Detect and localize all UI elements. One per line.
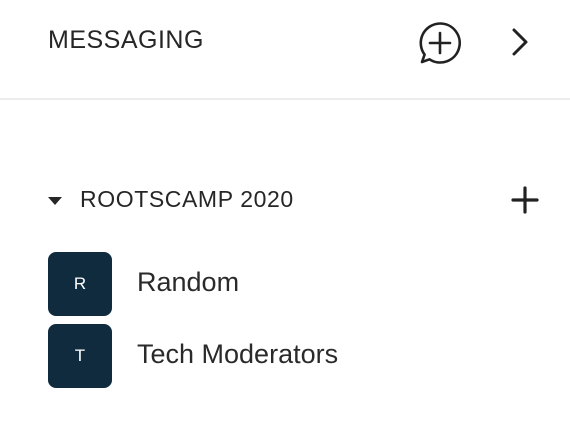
caret-down-icon: [48, 197, 62, 205]
panel-title: MESSAGING: [48, 26, 204, 54]
channel-name: Tech Moderators: [137, 339, 339, 369]
channel-list: R Random T Tech Moderators: [0, 252, 570, 396]
messaging-header: MESSAGING: [0, 0, 570, 100]
new-message-button[interactable]: [417, 20, 463, 66]
messaging-panel: MESSAGING ROOTSCAMP 2020 R Random T Tech…: [0, 0, 570, 432]
add-channel-button[interactable]: [510, 185, 540, 215]
plus-icon: [511, 186, 539, 214]
channel-item-tech-moderators[interactable]: T Tech Moderators: [0, 324, 570, 388]
chevron-right-icon: [512, 28, 528, 56]
channel-avatar: R: [48, 252, 112, 316]
channel-item-random[interactable]: R Random: [0, 252, 570, 316]
channel-name: Random: [137, 267, 240, 297]
group-title: ROOTSCAMP 2020: [80, 186, 294, 212]
expand-panel-button[interactable]: [503, 24, 537, 60]
channel-group-header: ROOTSCAMP 2020: [0, 178, 570, 222]
chat-bubble-plus-icon: [419, 22, 461, 64]
channel-avatar: T: [48, 324, 112, 388]
collapse-group-toggle[interactable]: [47, 194, 63, 206]
